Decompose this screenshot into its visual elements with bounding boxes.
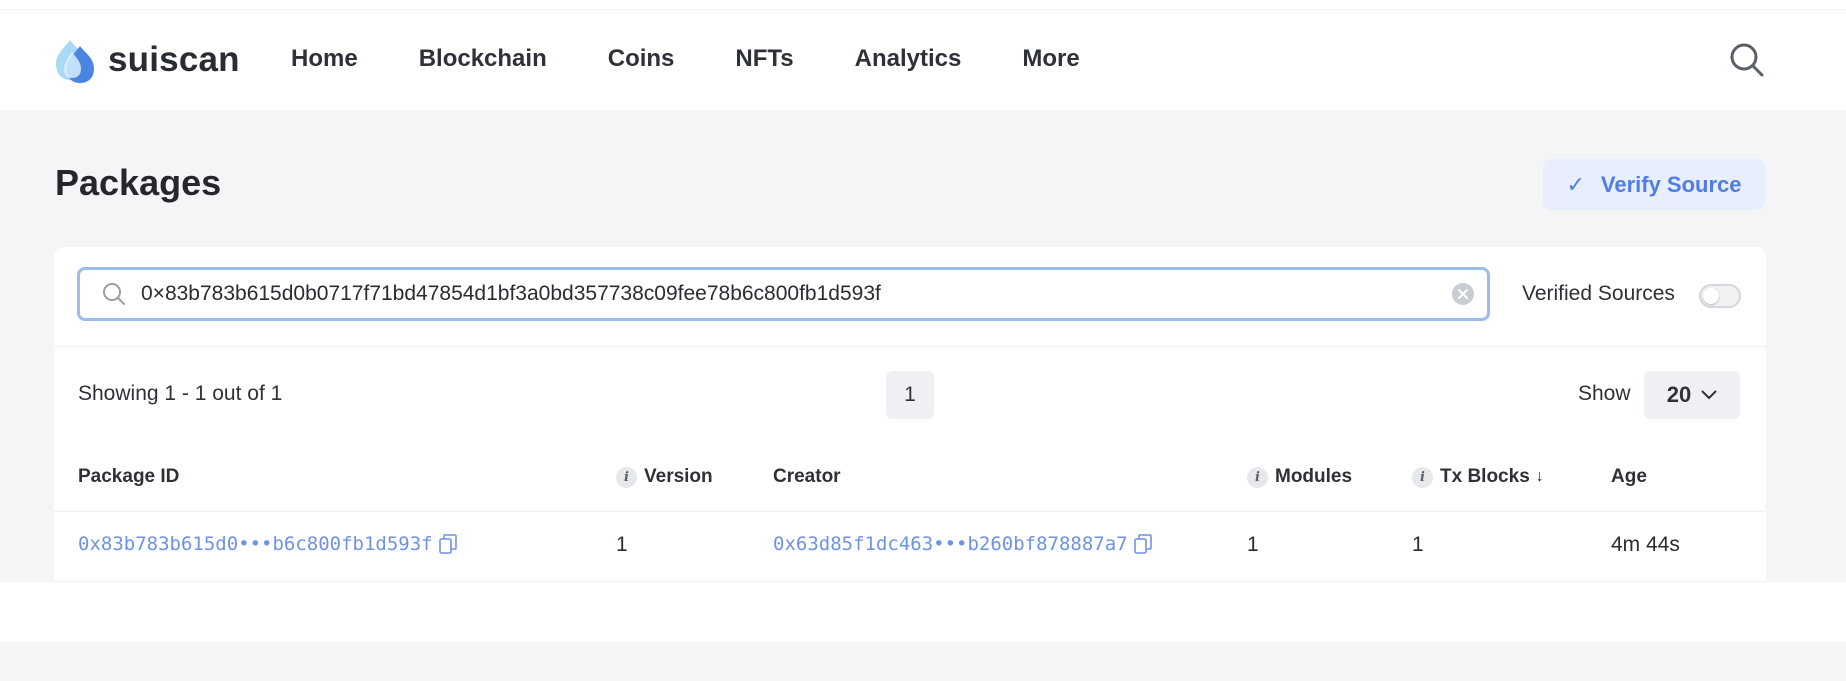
- verify-source-label: Verify Source: [1600, 171, 1742, 197]
- cell-age: 4m 44s: [1611, 533, 1680, 556]
- footer-strip: [0, 642, 1846, 681]
- chevron-down-icon: [1701, 390, 1717, 400]
- info-icon[interactable]: i: [1412, 466, 1433, 488]
- header-creator: Creator: [773, 466, 841, 488]
- logo[interactable]: suiscan: [54, 36, 240, 84]
- cell-tx-blocks: 1: [1412, 533, 1424, 556]
- header-tx-blocks-label: Tx Blocks: [1440, 466, 1530, 487]
- package-search-box: [77, 267, 1490, 321]
- copy-icon[interactable]: [438, 534, 457, 554]
- verify-source-button[interactable]: ✓ Verify Source: [1543, 159, 1765, 210]
- header-package-id-label: Package ID: [78, 466, 180, 487]
- header-modules-label: Modules: [1275, 466, 1353, 487]
- cell-version: 1: [616, 533, 628, 556]
- nav-blockchain[interactable]: Blockchain: [419, 45, 547, 73]
- nav-analytics[interactable]: Analytics: [855, 45, 962, 73]
- header-creator-label: Creator: [773, 466, 841, 487]
- clear-icon[interactable]: [1451, 282, 1475, 306]
- content-gap: [0, 582, 1846, 642]
- suiscan-logo-icon: [56, 40, 94, 83]
- package-id-link[interactable]: 0x83b783b615d0•••b6c800fb1d593f: [78, 533, 433, 555]
- main-nav: Home Blockchain Coins NFTs Analytics Mor…: [291, 45, 1141, 73]
- nav-home[interactable]: Home: [291, 45, 358, 73]
- header-modules: i Modules: [1247, 466, 1352, 488]
- page-button-1[interactable]: 1: [886, 371, 934, 419]
- nav-coins[interactable]: Coins: [608, 45, 675, 73]
- nav-more[interactable]: More: [1022, 45, 1079, 73]
- info-icon[interactable]: i: [1247, 466, 1268, 488]
- divider: [54, 346, 1766, 347]
- showing-count: Showing 1 - 1 out of 1: [78, 382, 283, 405]
- header-tx-blocks[interactable]: i Tx Blocks ↓: [1412, 466, 1544, 488]
- page-size-value: 20: [1666, 382, 1692, 407]
- page-title: Packages: [55, 162, 222, 203]
- search-icon: [1730, 43, 1764, 77]
- brand-name: suiscan: [108, 40, 240, 79]
- table-row: 0x83b783b615d0•••b6c800fb1d593f: [78, 533, 457, 555]
- arrow-down-icon: ↓: [1535, 468, 1544, 485]
- show-label: Show: [1578, 382, 1631, 405]
- search-icon: [103, 283, 125, 305]
- creator-link[interactable]: 0x63d85f1dc463•••b260bf878887a7: [773, 533, 1128, 555]
- cell-modules: 1: [1247, 533, 1259, 556]
- package-search-input[interactable]: [141, 282, 1441, 306]
- toggle-knob: [1703, 288, 1719, 304]
- page-size-select[interactable]: 20: [1644, 371, 1740, 419]
- check-icon: ✓: [1566, 171, 1585, 197]
- verified-sources-toggle[interactable]: [1699, 284, 1741, 308]
- info-icon[interactable]: i: [616, 466, 637, 488]
- verified-sources-label: Verified Sources: [1522, 282, 1675, 305]
- header-search-button[interactable]: [1727, 40, 1767, 80]
- packages-card: Verified Sources Showing 1 - 1 out of 1 …: [54, 247, 1766, 582]
- cell-creator: 0x63d85f1dc463•••b260bf878887a7: [773, 533, 1152, 555]
- main-content: Packages ✓ Verify Source Verified Source…: [0, 110, 1846, 642]
- copy-icon[interactable]: [1133, 534, 1152, 554]
- divider: [54, 511, 1766, 512]
- header-package-id: Package ID: [78, 466, 179, 488]
- header-age-label: Age: [1611, 466, 1647, 487]
- header-age: Age: [1611, 466, 1647, 488]
- header-version: i Version: [616, 466, 713, 488]
- top-header: suiscan Home Blockchain Coins NFTs Analy…: [0, 10, 1846, 110]
- header-version-label: Version: [644, 466, 713, 487]
- nav-nfts[interactable]: NFTs: [735, 45, 793, 73]
